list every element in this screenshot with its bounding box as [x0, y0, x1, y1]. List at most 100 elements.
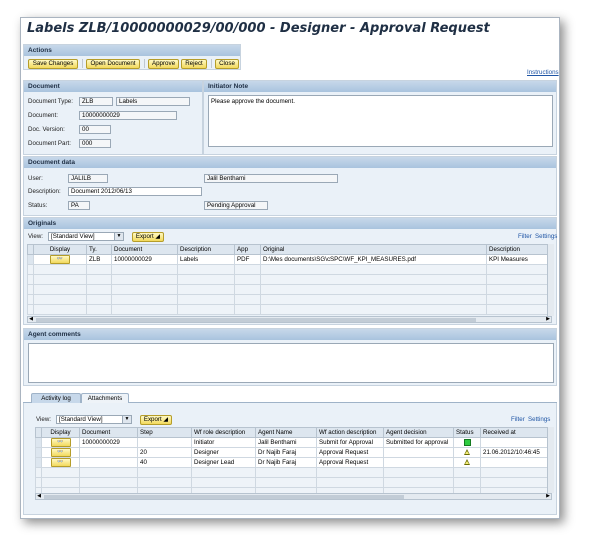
view-select[interactable]: [Standard View] ▼ [48, 232, 124, 241]
export-button[interactable]: Export ◢ [140, 415, 172, 425]
originals-header-row: Display Ty. Document Description App Ori… [27, 244, 548, 255]
action-cell: Submit for Approval [316, 437, 384, 448]
empty-row [35, 467, 548, 478]
document-type-label: Document Type: [28, 98, 73, 105]
agent-name-cell: Dr Najib Faraj [255, 447, 317, 458]
role-cell: Designer [191, 447, 256, 458]
scroll-thumb[interactable] [44, 495, 404, 499]
tab-activity-log[interactable]: Activity log [31, 393, 81, 403]
scroll-left-icon[interactable]: ◀ [28, 317, 34, 322]
chevron-down-icon[interactable]: ▼ [122, 416, 131, 423]
instructions-link[interactable]: Instructions [527, 69, 559, 76]
status-warning-icon [464, 459, 470, 466]
settings-link[interactable]: Settings [535, 233, 557, 240]
received-cell: 21.06.2012/10:46:45 [480, 447, 548, 458]
document-cell [79, 457, 138, 468]
view-select-value: [Standard View] [51, 233, 95, 240]
decision-cell [383, 447, 454, 458]
user-field[interactable]: JALILB [68, 174, 108, 183]
scroll-right-icon[interactable]: ▶ [545, 494, 551, 499]
column-header[interactable]: App [234, 244, 261, 255]
status-field[interactable]: PA [68, 201, 90, 210]
original-cell[interactable]: D:\Mes documents\SG\cSPC\WF_KPI_MEASURES… [260, 254, 487, 265]
received-cell [480, 437, 548, 448]
display-glasses-icon[interactable]: 👓 [50, 255, 70, 264]
display-glasses-icon[interactable]: 👓 [50, 458, 71, 467]
originals-horizontal-scrollbar[interactable]: ◀ ▶ [27, 316, 552, 323]
initiator-note-panel: Initiator Note Please approve the docume… [203, 80, 557, 155]
role-cell: Designer Lead [191, 457, 256, 468]
table-row[interactable]: 👓 40 Designer Lead Dr Najib Faraj Approv… [35, 457, 548, 468]
column-header[interactable]: Description [486, 244, 548, 255]
filter-link[interactable]: Filter [518, 233, 532, 240]
action-cell: Approval Request [316, 447, 384, 458]
column-header[interactable]: Agent Name [255, 427, 317, 438]
settings-link[interactable]: Settings [528, 416, 550, 423]
user-name-field: Jalil Benthami [204, 174, 338, 183]
display-glasses-icon[interactable]: 👓 [50, 438, 71, 447]
originals-panel: Originals View: [Standard View] ▼ Export… [23, 217, 557, 325]
column-header[interactable]: Document [79, 427, 138, 438]
initiator-note-header: Initiator Note [204, 81, 556, 92]
table-row[interactable]: 👓 ZLB 10000000029 Labels PDF D:\Mes docu… [27, 254, 548, 265]
column-header[interactable]: Document [111, 244, 178, 255]
save-changes-button[interactable]: Save Changes [28, 59, 78, 69]
document-type-desc: Labels [116, 97, 190, 106]
filter-link[interactable]: Filter [511, 416, 525, 423]
user-label: User: [28, 175, 43, 182]
document-part-field[interactable]: 000 [79, 139, 111, 148]
description-label: Description: [28, 188, 61, 195]
chevron-down-icon[interactable]: ▼ [114, 233, 123, 240]
scroll-left-icon[interactable]: ◀ [36, 494, 42, 499]
empty-row [27, 294, 548, 305]
display-glasses-icon[interactable]: 👓 [50, 448, 71, 457]
export-button[interactable]: Export ◢ [132, 232, 164, 242]
window-title: Labels ZLB/10000000029/00/000 - Designer… [27, 21, 490, 36]
activity-vertical-scrollbar[interactable] [547, 427, 554, 493]
status-cell [453, 437, 481, 448]
document-number-field[interactable]: 10000000029 [79, 111, 177, 120]
column-header[interactable]: Wf action description [316, 427, 384, 438]
approve-button[interactable]: Approve [148, 59, 179, 69]
empty-row [27, 304, 548, 315]
status-desc-field: Pending Approval [204, 201, 268, 210]
column-header[interactable]: Wf role description [191, 427, 256, 438]
open-document-button[interactable]: Open Document [86, 59, 140, 69]
initiator-note-text: Please approve the document. [208, 95, 553, 147]
document-type-field[interactable]: ZLB [79, 97, 113, 106]
decision-cell: Submitted for approval [383, 437, 454, 448]
column-header[interactable]: Original [260, 244, 487, 255]
table-row[interactable]: 👓 20 Designer Dr Najib Faraj Approval Re… [35, 447, 548, 458]
column-header[interactable]: Status [453, 427, 481, 438]
action-cell: Approval Request [316, 457, 384, 468]
column-header[interactable]: Agent decision [383, 427, 454, 438]
scroll-right-icon[interactable]: ▶ [545, 317, 551, 322]
empty-row [27, 284, 548, 295]
reject-button[interactable]: Reject [181, 59, 207, 69]
empty-row [35, 477, 548, 488]
column-header[interactable]: Received at [480, 427, 548, 438]
column-header[interactable]: Display [33, 244, 87, 255]
description-field[interactable]: Document 2012/06/13 [68, 187, 202, 196]
separator [211, 59, 212, 68]
tab-attachments[interactable]: Attachments [81, 393, 129, 403]
agent-name-cell: Jalil Benthami [255, 437, 317, 448]
agent-comments-input[interactable] [28, 343, 554, 383]
column-header[interactable]: Step [137, 427, 192, 438]
column-header[interactable]: Display [41, 427, 80, 438]
description-cell: Labels [177, 254, 235, 265]
close-button[interactable]: Close [215, 59, 239, 69]
agent-comments-header: Agent comments [24, 329, 556, 340]
received-cell [480, 457, 548, 468]
doc-version-field[interactable]: 00 [79, 125, 111, 134]
view-select[interactable]: [Standard View] ▼ [56, 415, 132, 424]
empty-row [27, 274, 548, 285]
originals-vertical-scrollbar[interactable] [547, 244, 554, 316]
column-header[interactable]: Ty. [86, 244, 112, 255]
activity-horizontal-scrollbar[interactable]: ◀ ▶ [35, 493, 552, 500]
separator [82, 59, 83, 68]
scroll-thumb[interactable] [36, 318, 476, 322]
table-row[interactable]: 👓 10000000029 Initiator Jalil Benthami S… [35, 437, 548, 448]
step-cell: 20 [137, 447, 192, 458]
column-header[interactable]: Description [177, 244, 235, 255]
